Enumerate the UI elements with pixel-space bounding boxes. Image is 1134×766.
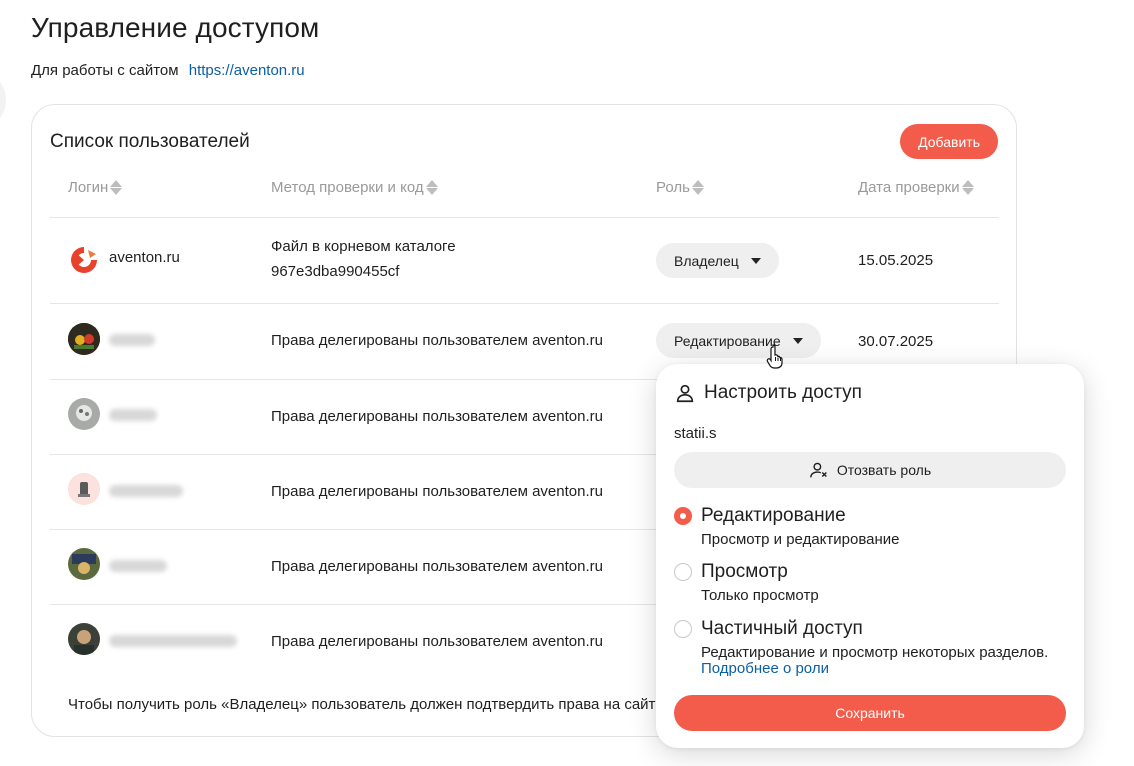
- user-login-blurred: [109, 409, 157, 421]
- verify-method: Права делегированы пользователем aventon…: [271, 558, 603, 575]
- radio-unselected[interactable]: [674, 563, 692, 581]
- user-avatar: [68, 473, 100, 505]
- user-remove-icon: [809, 462, 827, 478]
- user-login-blurred: [109, 485, 183, 497]
- site-line: Для работы с сайтом https://aventon.ru: [31, 62, 305, 79]
- user-icon: [676, 384, 694, 403]
- popup-username: statii.s: [674, 425, 717, 442]
- role-option-partial[interactable]: Частичный доступ Редактирование и просмо…: [674, 618, 1074, 680]
- table-row: aventon.ru Файл в корневом каталоге 967e…: [32, 218, 1018, 303]
- role-dropdown[interactable]: Владелец: [656, 243, 779, 278]
- access-settings-popup: Настроить доступ statii.s Отозвать роль …: [656, 364, 1084, 748]
- role-dropdown[interactable]: Редактирование: [656, 323, 821, 358]
- revoke-role-button[interactable]: Отозвать роль: [674, 452, 1066, 488]
- verify-date: 15.05.2025: [858, 252, 934, 269]
- verify-method: Права делегированы пользователем aventon…: [271, 408, 603, 425]
- popup-header: Настроить доступ: [674, 382, 862, 404]
- radio-selected[interactable]: [674, 507, 692, 525]
- sort-icon: [110, 180, 123, 195]
- verify-date: 30.07.2025: [858, 333, 934, 350]
- column-header-login[interactable]: Логин: [68, 179, 123, 196]
- radio-unselected[interactable]: [674, 620, 692, 638]
- users-list-title: Список пользователей: [50, 131, 250, 152]
- save-button[interactable]: Сохранить: [674, 695, 1066, 731]
- hand-cursor-icon: [766, 344, 783, 369]
- column-header-role[interactable]: Роль: [656, 179, 704, 196]
- user-login-blurred: [109, 560, 167, 572]
- site-logo-avatar: [68, 244, 100, 276]
- sort-icon: [425, 180, 438, 195]
- column-header-date[interactable]: Дата проверки: [858, 179, 974, 196]
- verify-code: 967e3dba990455cf: [271, 263, 400, 280]
- user-avatar: [68, 398, 100, 430]
- add-user-button[interactable]: Добавить: [900, 124, 998, 159]
- user-avatar: [68, 623, 100, 655]
- role-details-link[interactable]: Подробнее о роли: [701, 660, 829, 677]
- user-avatar: [68, 323, 100, 355]
- user-avatar: [68, 548, 100, 580]
- role-option-view[interactable]: Просмотр Только просмотр: [674, 561, 1066, 609]
- column-header-method[interactable]: Метод проверки и код: [271, 179, 438, 196]
- site-url-link[interactable]: https://aventon.ru: [189, 62, 305, 79]
- owner-role-note: Чтобы получить роль «Владелец» пользоват…: [68, 696, 656, 713]
- page-title: Управление доступом: [31, 12, 320, 43]
- site-prefix: Для работы с сайтом: [31, 62, 179, 79]
- caret-down-icon: [792, 337, 803, 344]
- user-login-blurred: [109, 334, 155, 346]
- caret-down-icon: [750, 257, 761, 264]
- role-option-edit[interactable]: Редактирование Просмотр и редактирование: [674, 505, 1066, 553]
- user-login-blurred: [109, 635, 237, 647]
- verify-method: Права делегированы пользователем aventon…: [271, 633, 603, 650]
- popup-title: Настроить доступ: [704, 382, 862, 403]
- side-panel-edge: [0, 70, 6, 130]
- user-login: aventon.ru: [109, 249, 180, 266]
- sort-icon: [691, 180, 704, 195]
- verify-method: Права делегированы пользователем aventon…: [271, 483, 603, 500]
- sort-icon: [961, 180, 974, 195]
- verify-method: Права делегированы пользователем aventon…: [271, 332, 603, 349]
- verify-method: Файл в корневом каталоге 967e3dba990455c…: [271, 234, 456, 284]
